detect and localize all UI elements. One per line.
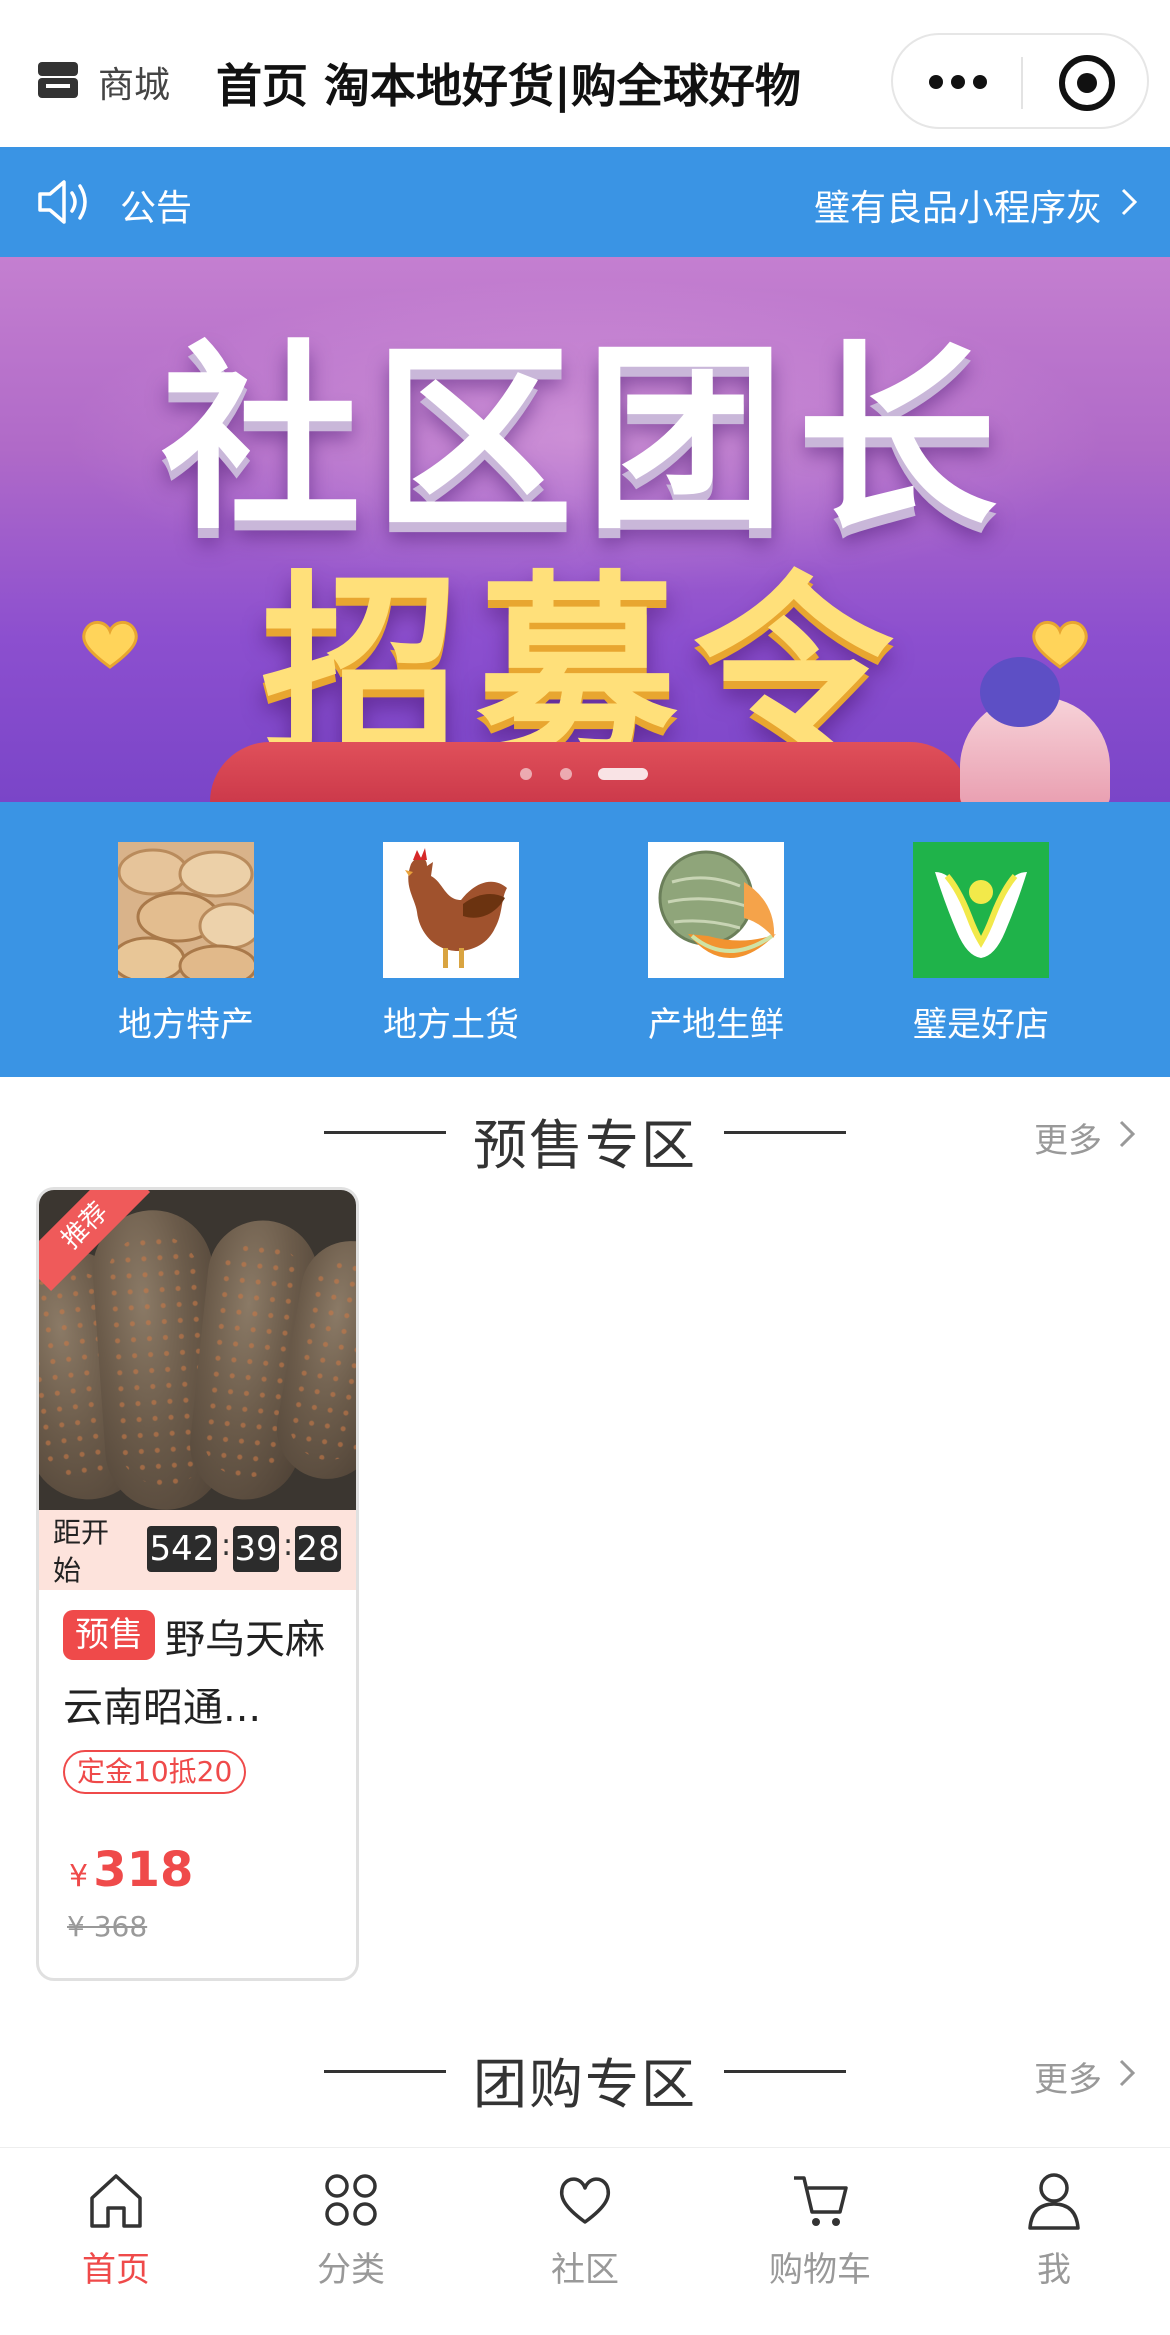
more-link[interactable]: 更多	[1034, 2052, 1102, 2101]
tab-label: 社区	[551, 2250, 619, 2290]
mini-program-capsule	[891, 33, 1149, 129]
countdown-hours: 542	[147, 1526, 217, 1572]
heart-decoration-icon	[82, 621, 138, 669]
product-card[interactable]: 推荐 距开始 542 : 39 : 28 预售 野乌天麻云南昭通... 定金10抵…	[36, 1187, 359, 1981]
carousel-indicator	[520, 764, 650, 784]
v-logo-icon	[913, 842, 1049, 978]
section-title: 团购专区	[473, 2053, 697, 2116]
heart-icon	[559, 2177, 611, 2224]
category-label: 地方土货	[383, 1005, 519, 1045]
product-title[interactable]: 预售 野乌天麻云南昭通...	[63, 1610, 333, 1730]
banner-carousel[interactable]: 社区团长 招募令	[0, 257, 1170, 802]
tab-me[interactable]: 我	[954, 2170, 1154, 2310]
countdown-separator: :	[283, 1528, 294, 1563]
countdown-label: 距开始	[53, 1516, 110, 1587]
user-icon	[1028, 2173, 1080, 2230]
tab-home[interactable]: 首页	[16, 2170, 216, 2310]
presale-section-header: 预售专区 更多	[0, 1077, 1170, 1187]
countdown-bar: 距开始 542 : 39 : 28	[39, 1510, 356, 1590]
category-local-goods[interactable]: 地方土货	[351, 842, 551, 1052]
category-fresh-produce[interactable]: 产地生鲜	[616, 842, 816, 1052]
top-nav: 商城 首页 淘本地好货|购全球好物	[0, 0, 1170, 147]
more-dots-icon[interactable]	[929, 71, 989, 95]
chevron-right-icon	[1121, 188, 1138, 216]
more-link[interactable]: 更多	[1034, 1113, 1102, 1162]
price-value: 318	[93, 1842, 194, 1898]
divider	[724, 1131, 846, 1134]
currency-symbol: ¥	[69, 1859, 89, 1894]
category-label: 产地生鲜	[648, 1005, 784, 1045]
divider	[724, 2070, 846, 2073]
countdown-separator: :	[221, 1528, 232, 1563]
tab-label: 首页	[82, 2250, 150, 2290]
speaker-icon	[38, 180, 87, 224]
category-icon	[325, 2174, 377, 2226]
tab-cart[interactable]: 购物车	[720, 2170, 920, 2310]
page: 商城 首页 淘本地好货|购全球好物 公告 璧有良品小程序灰 社区团长 招募令 地…	[0, 0, 1170, 2335]
notice-bar[interactable]: 公告 璧有良品小程序灰	[0, 147, 1170, 257]
home-icon	[90, 2174, 142, 2228]
rooster-icon	[383, 842, 519, 978]
product-info: 预售 野乌天麻云南昭通...	[63, 1610, 343, 1730]
presale-badge: 预售	[63, 1610, 155, 1660]
notice-text[interactable]: 璧有良品小程序灰	[814, 179, 1102, 231]
chevron-right-icon	[1119, 1120, 1136, 1148]
melon-icon	[648, 842, 784, 978]
notice-label: 公告	[120, 188, 193, 229]
cart-icon	[794, 2176, 848, 2226]
deposit-tag: 定金10抵20	[63, 1750, 247, 1794]
category-grid: 地方特产 地方土货 产地生鲜 璧是好店	[0, 802, 1170, 1077]
category-good-store[interactable]: 璧是好店	[881, 842, 1081, 1052]
countdown-minutes: 39	[233, 1526, 279, 1572]
tab-label: 我	[1037, 2250, 1071, 2290]
product-price: ¥ 318	[69, 1842, 193, 1898]
group-buy-section-header: 团购专区 更多	[0, 2016, 1170, 2126]
tab-category[interactable]: 分类	[251, 2170, 451, 2310]
countdown-seconds: 28	[295, 1526, 341, 1572]
dried-food-icon	[118, 842, 254, 978]
category-local-specialty[interactable]: 地方特产	[86, 842, 286, 1052]
tab-label: 分类	[317, 2250, 385, 2290]
shop-icon	[38, 62, 78, 98]
tab-community[interactable]: 社区	[485, 2170, 685, 2310]
section-title: 预售专区	[473, 1114, 697, 1177]
page-title: 首页 淘本地好货|购全球好物	[216, 59, 801, 113]
target-circle-icon[interactable]	[1059, 55, 1115, 111]
chevron-right-icon	[1119, 2059, 1136, 2087]
capsule-divider	[1021, 57, 1023, 109]
shop-label[interactable]: 商城	[98, 56, 170, 108]
tab-label: 购物车	[769, 2250, 871, 2290]
category-label: 璧是好店	[913, 1005, 1049, 1045]
original-price: ¥ 368	[67, 1910, 148, 1943]
category-label: 地方特产	[118, 1005, 254, 1045]
product-image: 推荐	[39, 1190, 356, 1510]
bottom-tab-bar: 首页 分类 社区 购物车 我	[0, 2147, 1170, 2335]
